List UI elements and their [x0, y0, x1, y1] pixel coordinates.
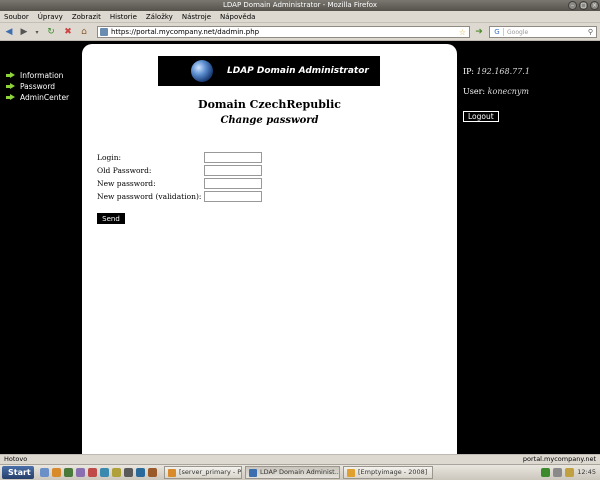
- logout-button[interactable]: Logout: [463, 111, 499, 122]
- menu-file[interactable]: Soubor: [4, 13, 29, 21]
- sidebar-item-admincenter[interactable]: AdminCenter: [6, 92, 69, 103]
- arrow-right-icon: [6, 72, 15, 79]
- status-text: Hotovo: [4, 455, 28, 463]
- ip-label: IP:: [463, 67, 474, 76]
- battery-icon[interactable]: [565, 468, 575, 477]
- archive-launcher-icon[interactable]: [148, 468, 157, 477]
- reload-icon[interactable]: ↻: [45, 26, 57, 38]
- minimize-icon[interactable]: –: [568, 1, 577, 10]
- ip-value: 192.168.77.1: [476, 67, 530, 76]
- sidebar-nav: Information Password AdminCenter: [6, 70, 69, 103]
- browser-icon: [249, 469, 257, 477]
- sidebar-item-label[interactable]: AdminCenter: [20, 93, 69, 102]
- network-icon[interactable]: [541, 468, 551, 477]
- arrow-right-icon: [6, 83, 15, 90]
- clock[interactable]: 12:45: [577, 468, 596, 477]
- task-empty-image[interactable]: [Emptyimage - 2008]: [343, 466, 433, 479]
- menu-edit[interactable]: Úpravy: [38, 13, 63, 21]
- address-url[interactable]: https://portal.mycompany.net/dadmin.php: [111, 28, 459, 36]
- main-panel: LDAP Domain Administrator Domain CzechRe…: [82, 44, 457, 454]
- sidebar-item-label[interactable]: Information: [20, 71, 63, 80]
- old-password-input[interactable]: [204, 165, 262, 176]
- task-ldap-domain-admin[interactable]: LDAP Domain Administ...: [245, 466, 340, 479]
- volume-icon[interactable]: [553, 468, 563, 477]
- network-launcher-icon[interactable]: [136, 468, 145, 477]
- calc-launcher-icon[interactable]: [112, 468, 121, 477]
- image-editor-icon: [347, 469, 355, 477]
- new-password-validation-input[interactable]: [204, 191, 262, 202]
- user-value: konecnym: [487, 87, 529, 96]
- login-label: Login:: [97, 153, 122, 162]
- files-launcher-icon[interactable]: [76, 468, 85, 477]
- task-server-primary[interactable]: [server_primary - Prohl...: [164, 466, 242, 479]
- stop-icon[interactable]: ✖: [62, 26, 74, 38]
- menu-view[interactable]: Zobrazit: [72, 13, 101, 21]
- task-label: LDAP Domain Administ...: [260, 468, 340, 476]
- app-banner: LDAP Domain Administrator: [158, 56, 380, 86]
- settings-launcher-icon[interactable]: [124, 468, 133, 477]
- menu-tools[interactable]: Nástroje: [182, 13, 211, 21]
- new-password-label: New password:: [97, 179, 156, 188]
- window-titlebar: LDAP Domain Administrator - Mozilla Fire…: [0, 0, 600, 11]
- banner-title: LDAP Domain Administrator: [227, 66, 369, 76]
- maximize-icon[interactable]: □: [579, 1, 588, 10]
- menu-history[interactable]: Historie: [110, 13, 137, 21]
- back-icon[interactable]: ◀: [3, 26, 15, 38]
- bookmark-star-icon[interactable]: ☆: [459, 28, 466, 37]
- search-box[interactable]: G Google ⚲: [489, 26, 597, 38]
- old-password-label: Old Password:: [97, 166, 152, 175]
- go-icon[interactable]: ➜: [473, 26, 485, 38]
- editor-launcher-icon[interactable]: [100, 468, 109, 477]
- start-button[interactable]: Start: [2, 466, 34, 479]
- window-title: LDAP Domain Administrator - Mozilla Fire…: [223, 1, 377, 9]
- arrow-right-icon: [6, 94, 15, 101]
- send-button[interactable]: Send: [97, 213, 125, 224]
- menubar: Soubor Úpravy Zobrazit Historie Záložky …: [0, 11, 600, 23]
- user-info: User: konecnym: [463, 87, 530, 107]
- user-label: User:: [463, 87, 486, 96]
- folder-icon: [168, 469, 176, 477]
- sidebar-item-information[interactable]: Information: [6, 70, 69, 81]
- menu-bookmarks[interactable]: Záložky: [146, 13, 173, 21]
- status-bar: Hotovo portal.mycompany.net: [0, 454, 600, 464]
- new-password-validation-label: New password (validation):: [97, 192, 202, 201]
- status-domain: portal.mycompany.net: [522, 455, 596, 463]
- search-icon[interactable]: ⚲: [588, 28, 593, 36]
- ip-info: IP: 192.168.77.1: [463, 67, 530, 87]
- globe-icon: [191, 60, 213, 82]
- forward-icon[interactable]: ▶: [18, 26, 30, 38]
- sidebar-item-password[interactable]: Password: [6, 81, 69, 92]
- login-input[interactable]: [204, 152, 262, 163]
- terminal-launcher-icon[interactable]: [64, 468, 73, 477]
- page-title: Change password: [220, 115, 319, 126]
- history-dropdown-icon[interactable]: ▾: [31, 26, 43, 38]
- address-bar[interactable]: https://portal.mycompany.net/dadmin.php …: [97, 26, 470, 38]
- mail-launcher-icon[interactable]: [88, 468, 97, 477]
- close-icon[interactable]: ×: [590, 1, 599, 10]
- page-content: Information Password AdminCenter LDAP Do…: [0, 41, 600, 454]
- navigation-toolbar: ◀ ▶ ▾ ↻ ✖ ⌂ https://portal.mycompany.net…: [0, 23, 600, 41]
- search-placeholder[interactable]: Google: [507, 29, 528, 36]
- search-engine-icon[interactable]: G: [491, 28, 504, 36]
- firefox-launcher-icon[interactable]: [52, 468, 61, 477]
- home-icon[interactable]: ⌂: [78, 26, 90, 38]
- taskbar: Start [server_primary - Prohl... LDAP Do…: [0, 464, 600, 480]
- menu-help[interactable]: Nápověda: [220, 13, 255, 21]
- sidebar-item-label[interactable]: Password: [20, 82, 55, 91]
- new-password-input[interactable]: [204, 178, 262, 189]
- session-info: IP: 192.168.77.1 User: konecnym: [463, 67, 530, 107]
- task-label: [server_primary - Prohl...: [179, 468, 242, 476]
- system-tray: 12:45: [541, 468, 596, 477]
- show-desktop-icon[interactable]: [40, 468, 49, 477]
- domain-title: Domain CzechRepublic: [198, 98, 341, 111]
- task-label: [Emptyimage - 2008]: [358, 468, 428, 476]
- site-favicon-icon: [100, 28, 108, 36]
